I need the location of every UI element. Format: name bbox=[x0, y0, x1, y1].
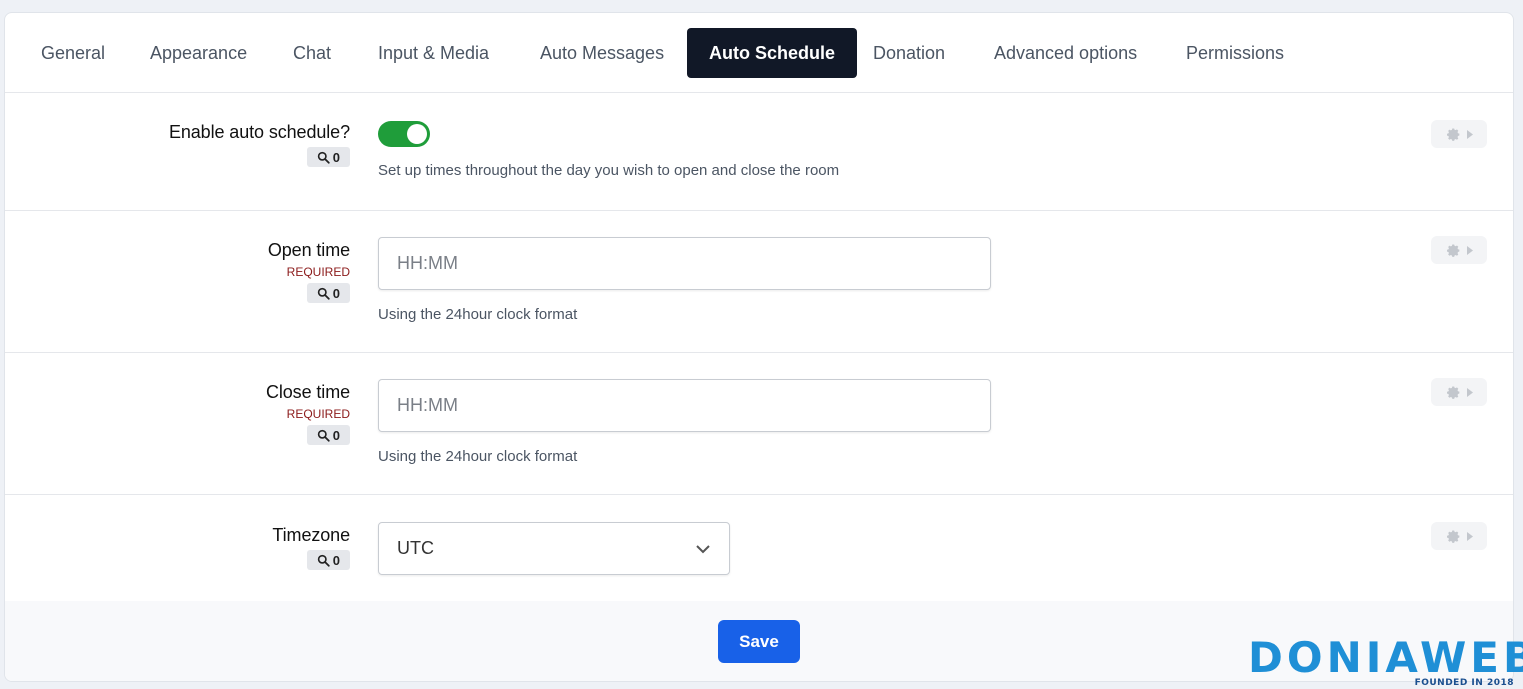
field-settings-button[interactable] bbox=[1431, 120, 1487, 148]
field-settings-button[interactable] bbox=[1431, 378, 1487, 406]
toggle-knob bbox=[407, 124, 427, 144]
enable-auto-schedule-toggle[interactable] bbox=[378, 121, 430, 147]
help-text: Set up times throughout the day you wish… bbox=[378, 162, 840, 179]
timezone-selected-value: UTC bbox=[397, 538, 434, 558]
tab-input-media[interactable]: Input & Media bbox=[356, 28, 511, 78]
field-column: Using the 24hour clock format bbox=[378, 237, 991, 323]
search-icon bbox=[317, 151, 330, 164]
search-icon bbox=[317, 287, 330, 300]
label-column: Open time REQUIRED 0 bbox=[268, 240, 350, 305]
search-count-badge[interactable]: 0 bbox=[306, 283, 350, 303]
gear-icon bbox=[1446, 530, 1459, 543]
field-column: Using the 24hour clock format bbox=[378, 379, 991, 465]
field-column: Set up times throughout the day you wish… bbox=[378, 121, 839, 179]
tab-donation[interactable]: Donation bbox=[851, 28, 967, 78]
watermark-brand: DONIAWEB bbox=[1248, 633, 1523, 682]
label-column: Enable auto schedule? 0 bbox=[169, 122, 350, 169]
timezone-select[interactable]: UTC bbox=[378, 522, 730, 575]
caret-right-icon bbox=[1466, 387, 1473, 397]
required-indicator: REQUIRED bbox=[286, 265, 350, 279]
search-count: 0 bbox=[332, 149, 340, 165]
search-count-badge[interactable]: 0 bbox=[306, 425, 350, 445]
tab-advanced-options[interactable]: Advanced options bbox=[972, 28, 1159, 78]
field-settings-button[interactable] bbox=[1431, 236, 1487, 264]
search-count-badge[interactable]: 0 bbox=[306, 550, 350, 570]
row-open-time: Open time REQUIRED 0 Using the 24hour cl… bbox=[5, 211, 1513, 353]
search-count-badge[interactable]: 0 bbox=[306, 147, 350, 167]
search-icon bbox=[317, 554, 330, 567]
label-column: Timezone 0 bbox=[272, 525, 350, 572]
row-enable-auto-schedule: Enable auto schedule? 0 Set up times thr… bbox=[5, 93, 1513, 211]
row-timezone: Timezone 0 UTC bbox=[5, 495, 1513, 602]
search-icon bbox=[317, 429, 330, 442]
search-count: 0 bbox=[332, 285, 340, 301]
gear-icon bbox=[1446, 244, 1459, 257]
label-column: Close time REQUIRED 0 bbox=[266, 382, 350, 447]
field-label-timezone: Timezone bbox=[272, 525, 350, 545]
caret-right-icon bbox=[1466, 129, 1473, 139]
gear-icon bbox=[1446, 128, 1459, 141]
watermark-tagline: FOUNDED IN 2018 bbox=[1414, 678, 1514, 688]
help-text: Using the 24hour clock format bbox=[378, 448, 578, 465]
tab-auto-messages[interactable]: Auto Messages bbox=[518, 28, 686, 78]
save-button[interactable]: Save bbox=[718, 620, 800, 663]
chevron-down-icon bbox=[696, 544, 710, 553]
field-column: UTC bbox=[378, 522, 730, 575]
tab-bar: General Appearance Chat Input & Media Au… bbox=[5, 13, 1513, 93]
brand-watermark: DONIAWEB FOUNDED IN 2018 bbox=[1248, 636, 1523, 689]
search-count: 0 bbox=[332, 427, 340, 443]
gear-icon bbox=[1446, 386, 1459, 399]
search-count: 0 bbox=[332, 552, 340, 568]
field-label-close-time: Close time bbox=[265, 382, 350, 402]
tab-permissions[interactable]: Permissions bbox=[1164, 28, 1306, 78]
close-time-input[interactable] bbox=[378, 379, 991, 432]
tab-appearance[interactable]: Appearance bbox=[128, 28, 269, 78]
tab-chat[interactable]: Chat bbox=[271, 28, 353, 78]
required-indicator: REQUIRED bbox=[286, 407, 350, 421]
caret-right-icon bbox=[1466, 245, 1473, 255]
field-label-enable: Enable auto schedule? bbox=[168, 122, 350, 142]
settings-card: General Appearance Chat Input & Media Au… bbox=[4, 12, 1514, 682]
open-time-input[interactable] bbox=[378, 237, 991, 290]
row-close-time: Close time REQUIRED 0 Using the 24hour c… bbox=[5, 353, 1513, 495]
field-label-open-time: Open time bbox=[267, 240, 350, 260]
tab-auto-schedule[interactable]: Auto Schedule bbox=[687, 28, 858, 78]
caret-right-icon bbox=[1466, 531, 1473, 541]
field-settings-button[interactable] bbox=[1431, 522, 1487, 550]
help-text: Using the 24hour clock format bbox=[378, 306, 578, 323]
tab-general[interactable]: General bbox=[19, 28, 127, 78]
